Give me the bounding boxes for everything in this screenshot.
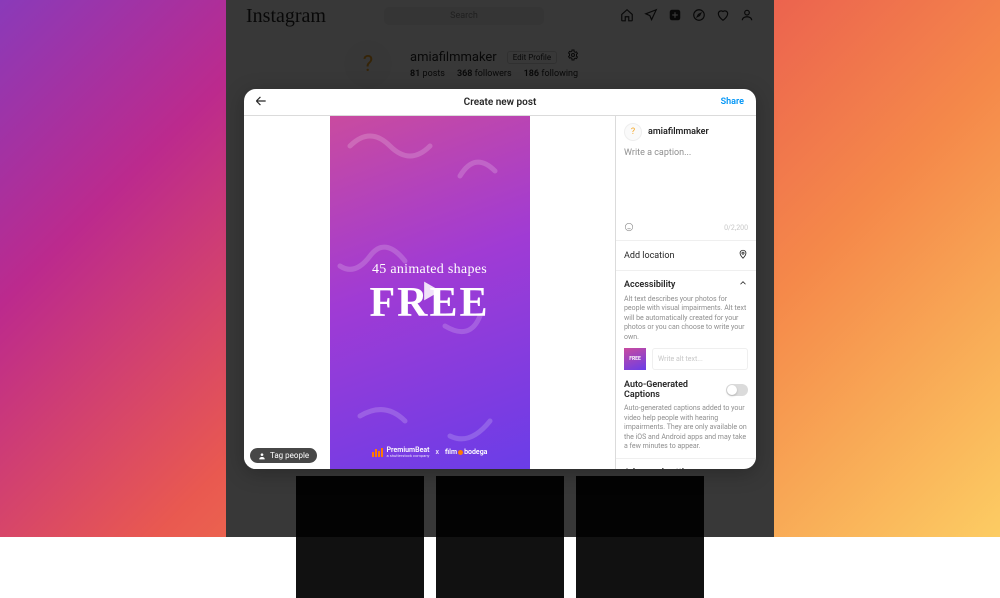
share-button[interactable]: Share (721, 97, 744, 107)
add-location-label: Add location (624, 251, 674, 261)
accessibility-toggle[interactable]: Accessibility (624, 278, 748, 291)
modal-title: Create new post (464, 97, 537, 108)
back-button[interactable] (254, 93, 268, 112)
accessibility-section: Accessibility Alt text describes your ph… (616, 270, 756, 458)
caption-input[interactable]: Write a caption... (616, 148, 756, 218)
play-icon[interactable] (416, 277, 444, 309)
compose-user: ? amiafilmmaker (616, 116, 756, 148)
filmbodega-logo: filmbodega (445, 448, 487, 456)
media-preview-area: 45 animated shapes FREE PremiumBeata shu… (244, 116, 615, 469)
alt-thumbnail: FREE (624, 348, 646, 370)
char-counter: 0/2,200 (724, 224, 748, 232)
collab-x: x (435, 448, 439, 456)
location-icon (738, 249, 748, 262)
chevron-up-icon (738, 466, 748, 469)
auto-captions-toggle[interactable] (726, 384, 748, 396)
premiumbeat-logo: PremiumBeata shutterstock company (372, 447, 430, 458)
compose-username: amiafilmmaker (648, 127, 709, 137)
advanced-toggle[interactable]: Advanced settings (624, 466, 748, 469)
add-location-row[interactable]: Add location (616, 240, 756, 270)
auto-captions-label: Auto-Generated Captions (624, 380, 726, 400)
modal-header: Create new post Share (244, 89, 756, 116)
media-preview[interactable]: 45 animated shapes FREE PremiumBeata shu… (330, 116, 530, 470)
media-heading: 45 animated shapes (372, 262, 487, 278)
accessibility-desc: Alt text describes your photos for peopl… (624, 295, 748, 342)
emoji-icon[interactable] (624, 222, 634, 234)
advanced-section: Advanced settings Turn off commenting Yo… (616, 458, 756, 469)
tag-people-button[interactable]: Tag people (250, 448, 317, 463)
user-avatar: ? (624, 123, 642, 141)
create-post-modal: Create new post Share 45 animated shapes… (244, 89, 756, 469)
compose-sidebar: ? amiafilmmaker Write a caption... 0/2,2… (615, 116, 756, 469)
media-footer: PremiumBeata shutterstock company x film… (330, 447, 530, 458)
alt-text-input[interactable]: Write alt text... (652, 348, 748, 370)
auto-captions-desc: Auto-generated captions added to your vi… (624, 404, 748, 451)
chevron-up-icon (738, 278, 748, 291)
